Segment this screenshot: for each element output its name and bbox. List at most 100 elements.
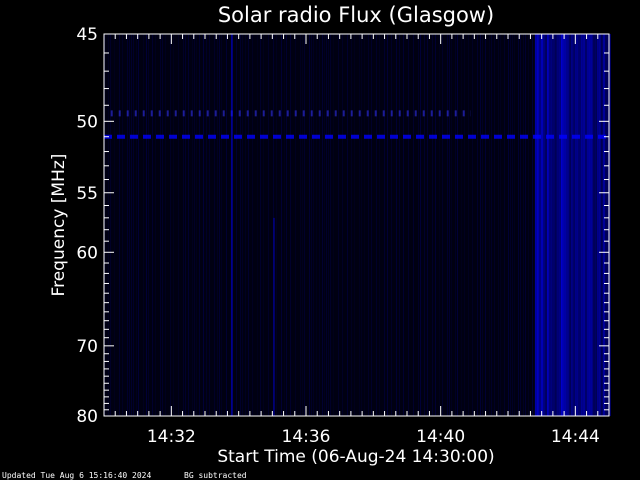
noise-column [510,34,511,416]
noise-column [432,34,433,416]
noise-column [286,34,287,416]
emission-column [544,34,547,416]
noise-column [472,34,473,416]
noise-column [152,34,153,416]
emission-column [540,34,543,416]
x-axis-title: Start Time (06-Aug-24 14:30:00) [217,447,494,467]
noise-column [284,34,285,416]
emission-column [548,34,551,416]
noise-column [165,34,166,416]
noise-column [196,34,197,416]
spectrogram-background [104,34,609,416]
noise-column [242,34,243,416]
emission-column [552,34,555,416]
noise-column [133,34,134,416]
noise-column [418,34,419,416]
noise-column [203,34,204,416]
noise-column [449,34,450,416]
noise-column [281,34,282,416]
y-tick-label: 55 [76,184,98,204]
noise-column [368,34,369,416]
x-tick-label: 14:32 [147,427,196,447]
noise-column [435,34,436,416]
spectrogram-plot [104,34,611,416]
noise-column [226,34,227,416]
noise-column [110,34,111,416]
noise-column [290,34,291,416]
emission-column [568,34,571,416]
x-tick-label: 14:40 [416,427,465,447]
noise-column [342,34,343,416]
emission-column [588,34,591,416]
noise-column [500,34,501,416]
noise-column [387,34,388,416]
noise-column [148,34,149,416]
emission-column [542,34,545,416]
noise-column [451,34,452,416]
noise-column [420,34,421,416]
noise-column [328,34,329,416]
y-tick-label: 50 [76,112,98,132]
noise-column [403,34,404,416]
noise-column [413,34,414,416]
emission-column [592,34,595,416]
noise-column [528,34,529,416]
noise-column [455,34,456,416]
noise-column [119,34,120,416]
noise-column [491,34,492,416]
emission-column [586,34,589,416]
emission-column [558,34,561,416]
emission-column [560,34,563,416]
noise-column [468,34,469,416]
emission-column [554,34,557,416]
noise-column [354,34,355,416]
updated-timestamp: Updated Tue Aug 6 15:16:40 2024 [2,471,151,480]
noise-column [447,34,448,416]
emission-column [604,34,607,416]
emission-column [566,34,569,416]
y-tick-label: 45 [76,25,98,45]
noise-column [427,34,428,416]
noise-column [268,34,269,416]
noise-column [439,34,440,416]
noise-column [391,34,392,416]
noise-column [482,34,483,416]
noise-column [146,34,147,416]
noise-column [209,34,210,416]
chart-title: Solar radio Flux (Glasgow) [218,3,494,27]
noise-column [338,34,339,416]
noise-column [399,34,400,416]
noise-column [525,34,526,416]
noise-column [489,34,490,416]
emission-column [564,34,567,416]
noise-column [295,34,296,416]
noise-column [276,34,277,416]
noise-column [396,34,397,416]
noise-column [122,34,123,416]
noise-column [178,34,179,416]
noise-column [206,34,207,416]
noise-column [316,34,317,416]
noise-column [480,34,481,416]
noise-column [155,34,156,416]
emission-column [536,34,539,416]
emission-column [572,34,575,416]
noise-column [236,34,237,416]
noise-column [512,34,513,416]
emission-column [598,34,601,416]
noise-column [245,34,246,416]
noise-column [371,34,372,416]
noise-column [240,34,241,416]
noise-column [138,34,139,416]
noise-column [508,34,509,416]
emission-column [582,34,585,416]
noise-column [384,34,385,416]
noise-column [520,34,521,416]
noise-column [498,34,499,416]
noise-column [260,34,261,416]
emission-column [538,34,541,416]
noise-column [322,34,323,416]
noise-column [442,34,443,416]
noise-column [143,34,144,416]
spectrogram-chart: Solar radio Flux (Glasgow) 14:32 14:36 14:… [2,3,611,480]
